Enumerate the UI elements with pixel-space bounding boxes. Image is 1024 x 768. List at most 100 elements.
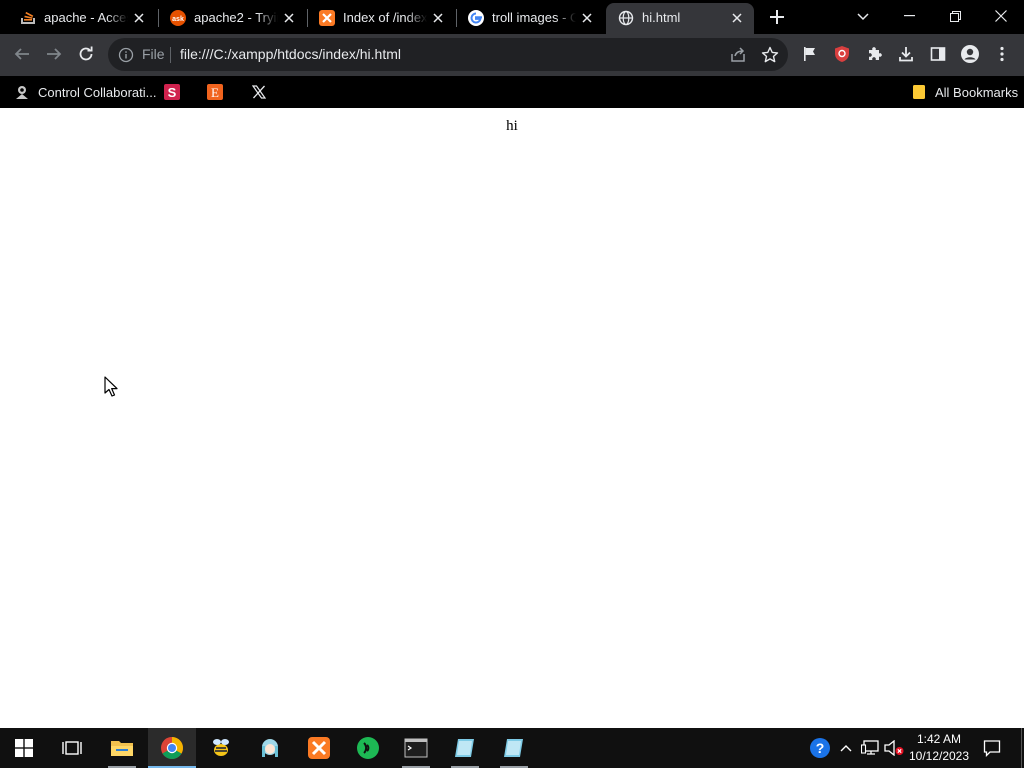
info-icon[interactable] [118,47,134,63]
svg-text:S: S [168,85,177,100]
restore-button[interactable] [932,0,978,32]
task-view-icon [62,741,82,755]
bookmark-s[interactable]: S [164,80,188,104]
side-panel-button[interactable] [923,39,953,69]
reload-icon [79,46,93,61]
browser-toolbar: File file:///C:/xampp/htdocs/index/hi.ht… [0,34,1024,76]
svg-text:ask: ask [172,16,184,23]
address-bar[interactable]: File file:///C:/xampp/htdocs/index/hi.ht… [108,38,788,71]
forward-button[interactable] [39,39,69,69]
tab-troll-images[interactable]: troll images - G [456,3,604,34]
tab-search-button[interactable] [851,5,875,29]
url-text[interactable]: file:///C:/xampp/htdocs/index/hi.html [180,46,401,62]
new-tab-button[interactable] [765,5,789,29]
start-button[interactable] [0,728,48,768]
share-icon[interactable] [728,45,748,65]
taskbar-anime-app[interactable] [246,728,294,768]
notifications-button[interactable] [978,728,1006,768]
control-collaboration-icon [14,84,30,100]
windows-logo-icon [15,739,33,757]
taskbar-terminal[interactable] [392,728,440,768]
divider [170,47,171,63]
show-hidden-icons-button[interactable] [836,728,856,768]
all-bookmarks-button[interactable]: All Bookmarks [911,80,1018,104]
help-button[interactable]: ? [806,728,834,768]
downloads-button[interactable] [891,39,921,69]
taskbar-xampp[interactable] [295,728,343,768]
tab-title: apache2 - Trying [194,10,278,25]
close-icon[interactable] [130,9,148,27]
flag-icon [804,47,815,61]
close-icon [995,10,1007,22]
taskbar: ? 1:42 AM 10/12/2023 [0,728,1024,768]
taskbar-chrome[interactable] [148,728,196,768]
network-icon [861,740,879,755]
tab-title: Index of /index [343,10,427,25]
minimize-button[interactable] [886,0,932,32]
download-icon [899,47,913,62]
volume-button[interactable] [882,728,906,768]
svg-text:E: E [211,85,219,100]
askubuntu-icon: ask [170,10,186,26]
xampp-icon [319,10,335,26]
taskbar-file-explorer[interactable] [98,728,146,768]
chevron-up-icon [840,745,852,752]
globe-icon [618,10,634,26]
shield-extension-button[interactable] [827,39,857,69]
folder-icon [911,84,927,100]
close-icon[interactable] [728,9,746,27]
etsy-icon: E [207,84,223,100]
taskbar-app-1[interactable] [441,728,489,768]
character-icon [262,739,278,757]
bookmark-control-collaboration[interactable]: Control Collaborati... [14,80,157,104]
avatar-icon [961,45,979,63]
tab-title: troll images - G [492,10,576,25]
mouse-cursor-icon [104,376,118,397]
green-circle-icon [357,737,379,759]
task-view-button[interactable] [48,728,96,768]
close-window-button[interactable] [978,0,1024,32]
tab-index-of[interactable]: Index of /index [307,3,455,34]
reload-button[interactable] [71,39,101,69]
arrow-left-icon [14,48,29,60]
bookmark-x[interactable] [251,80,275,104]
screen: apache - Access ask apache2 - Trying Ind… [0,0,1024,768]
x-icon [251,84,267,100]
bee-icon [213,739,229,756]
notepad-icon [504,739,523,757]
arrow-right-icon [47,48,62,60]
chevron-down-icon [857,13,869,21]
taskbar-app-2[interactable] [490,728,538,768]
terminal-icon [404,738,428,758]
stackoverflow-icon [20,10,36,26]
profile-button[interactable] [955,39,985,69]
google-icon [468,10,484,26]
clock-time: 1:42 AM [916,732,962,746]
xampp-icon [308,737,330,759]
volume-muted-icon [884,740,904,756]
clock[interactable]: 1:42 AM 10/12/2023 [904,731,974,765]
page-content: hi [0,108,1024,728]
bookmarks-bar: Control Collaborati... S E All Bookmarks [0,76,1024,108]
clock-date: 10/12/2023 [908,749,970,763]
close-icon[interactable] [578,9,596,27]
divider [1020,728,1022,768]
tab-hi-html[interactable]: hi.html [606,3,754,34]
close-icon[interactable] [280,9,298,27]
tab-apache2-trying[interactable]: ask apache2 - Trying [158,3,306,34]
flag-extension-button[interactable] [795,39,825,69]
extensions-button[interactable] [859,39,889,69]
taskbar-green-app[interactable] [344,728,392,768]
back-button[interactable] [7,39,37,69]
network-button[interactable] [858,728,882,768]
taskbar-bee-app[interactable] [197,728,245,768]
tab-title: apache - Access [44,10,128,25]
bookmark-star-icon[interactable] [760,45,780,65]
bookmark-etsy[interactable]: E [207,80,231,104]
close-icon[interactable] [429,9,447,27]
url-scheme-label: File [142,46,165,62]
tab-strip: apache - Access ask apache2 - Trying Ind… [0,0,1024,34]
show-desktop-button[interactable] [1018,728,1024,768]
tab-apache-access[interactable]: apache - Access [8,3,156,34]
menu-button[interactable] [987,39,1017,69]
